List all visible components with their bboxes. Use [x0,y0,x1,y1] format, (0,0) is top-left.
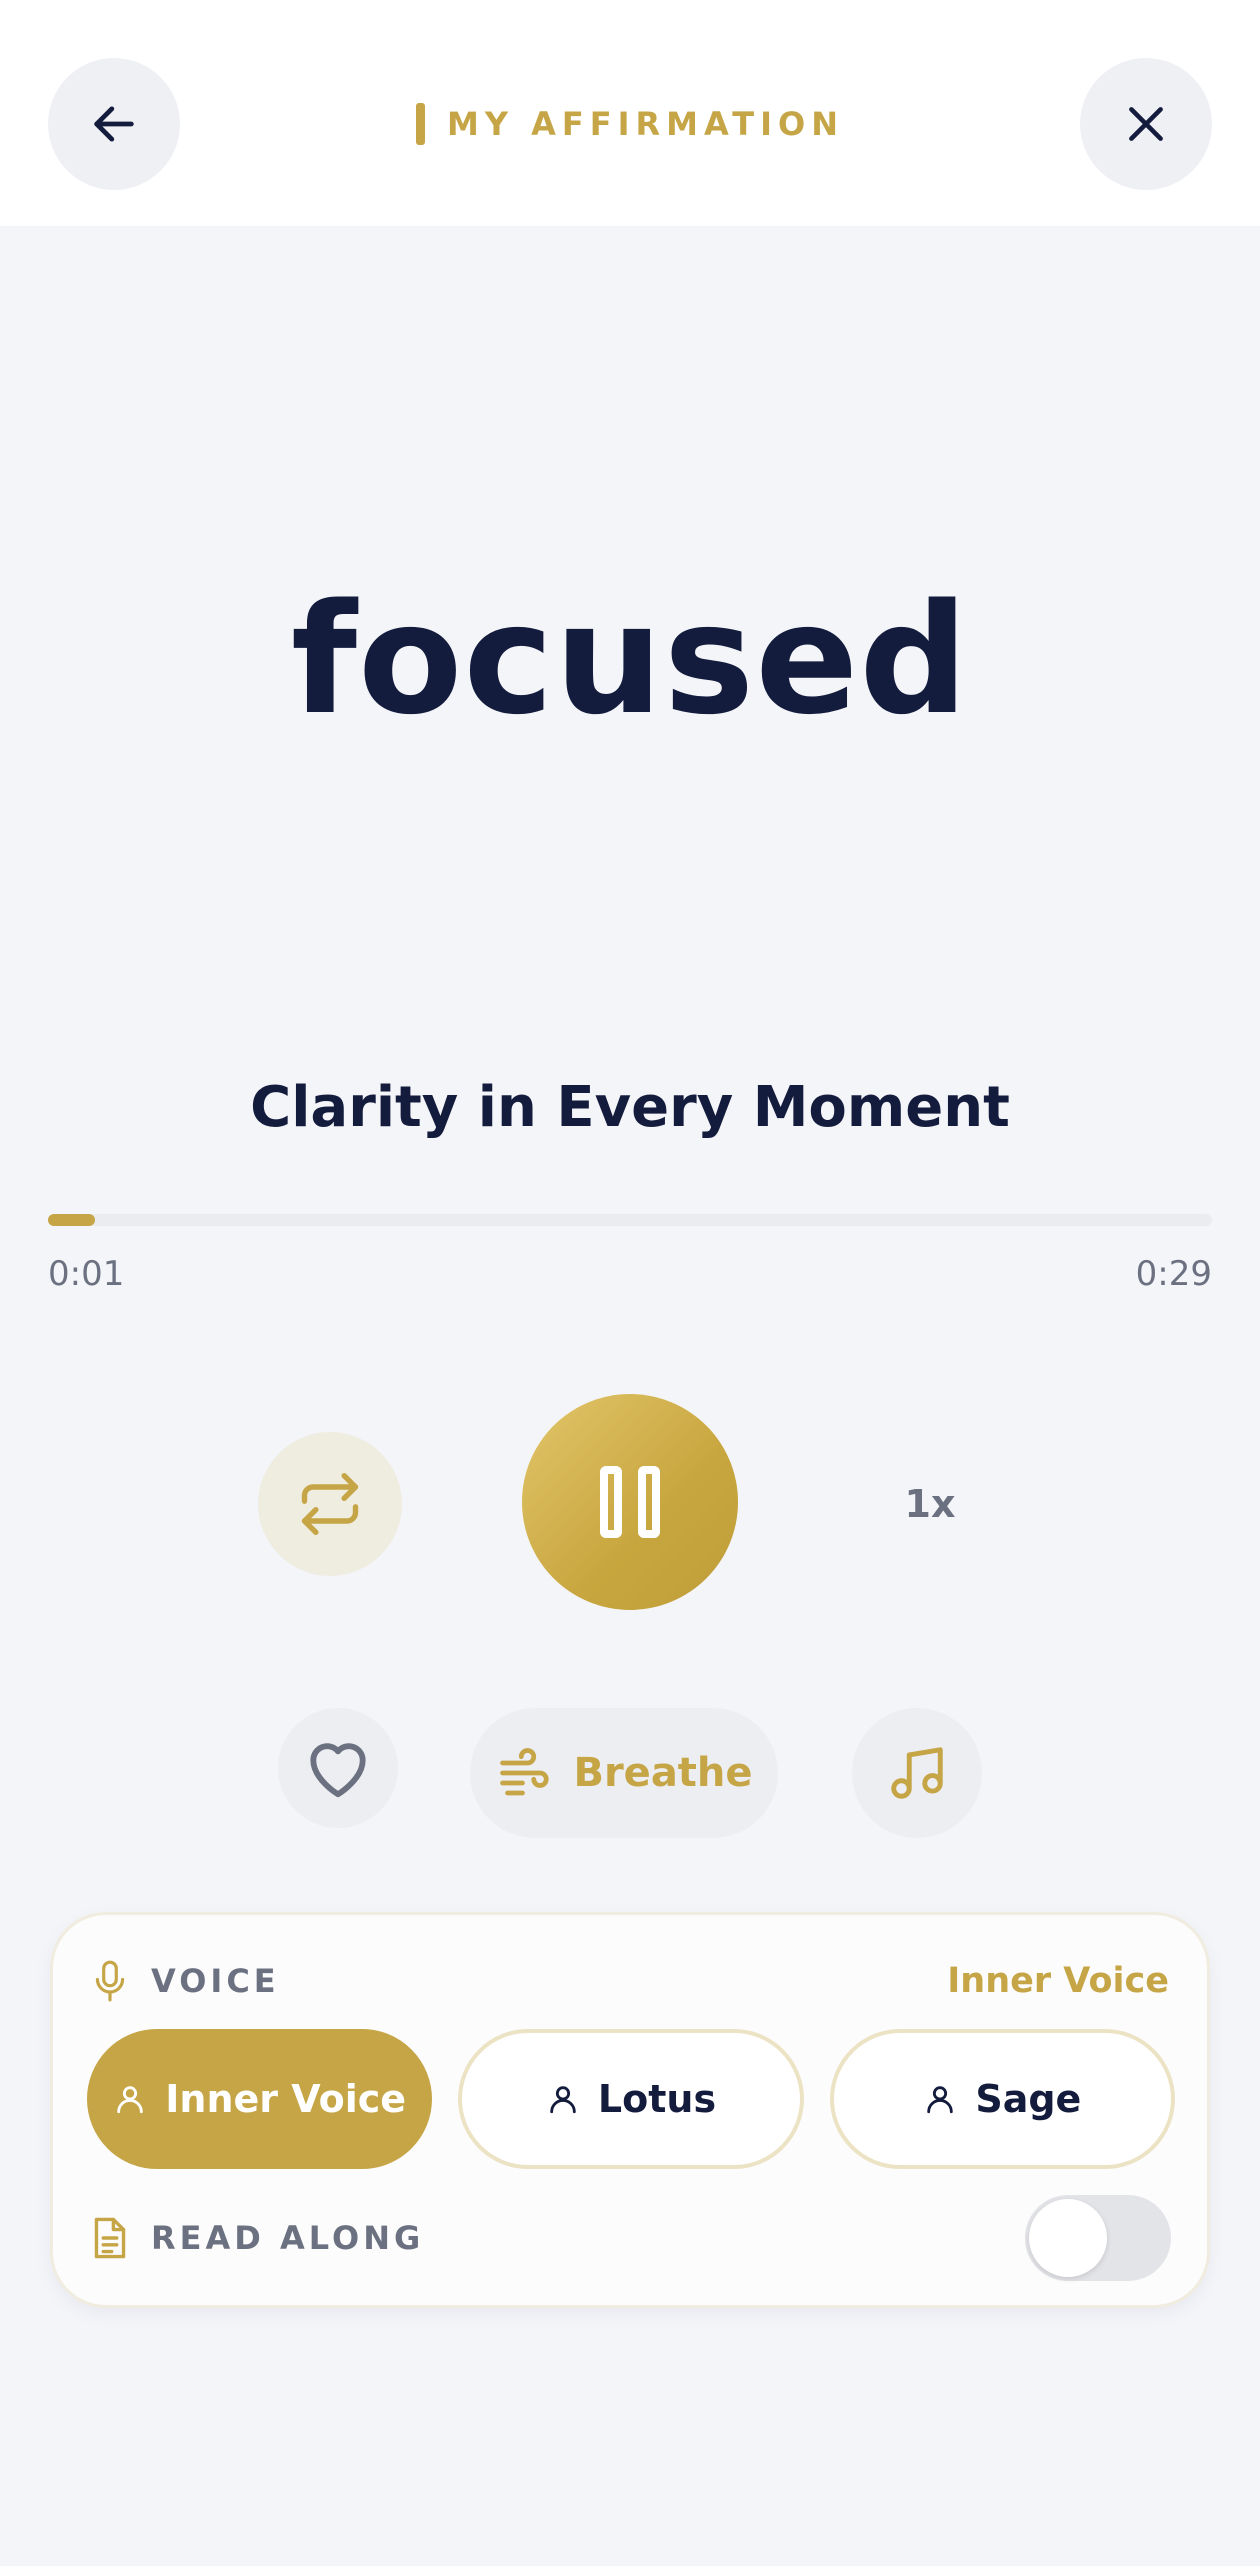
music-button[interactable] [852,1708,982,1838]
person-icon [550,2086,576,2114]
heart-icon [310,1743,366,1798]
voice-header: VOICE Inner Voice [91,1951,1169,2011]
close-icon [1129,107,1163,141]
repeat-button[interactable] [258,1432,402,1576]
voice-section-label: VOICE [151,1962,280,2000]
wind-icon [500,1748,550,1796]
close-button[interactable] [1080,58,1212,190]
title-accent-bar [415,103,425,145]
track-title: Clarity in Every Moment [250,1075,1010,1140]
person-icon [927,2086,954,2114]
current-time: 0:01 [48,1254,125,1294]
voice-options: Inner Voice Lotus Sage [87,2029,1175,2169]
selected-voice: Inner Voice [947,1961,1169,2001]
music-note-icon [891,1747,943,1799]
read-along-row: READ ALONG [91,2193,1171,2283]
voice-card: VOICE Inner Voice Inner Voice Lotus Sage [50,1912,1210,2308]
read-along-label: READ ALONG [151,2219,425,2257]
page-title-text: MY AFFIRMATION [446,105,845,143]
affirmation-word: focused [290,571,970,748]
repeat-icon [301,1472,359,1536]
pause-button[interactable] [522,1394,738,1610]
voice-option-label: Sage [975,2077,1082,2121]
microphone-icon [95,1960,125,2002]
voice-option-label: Lotus [597,2077,717,2121]
read-along-toggle[interactable] [1025,2195,1171,2281]
progress-fill [48,1214,95,1226]
header: MY AFFIRMATION [0,0,1260,226]
document-icon [94,2217,126,2259]
voice-option-sage[interactable]: Sage [829,2029,1175,2169]
voice-option-lotus[interactable]: Lotus [458,2029,804,2169]
person-icon [117,2086,144,2114]
favorite-button[interactable] [278,1708,398,1828]
voice-option-label: Inner Voice [165,2077,407,2121]
toggle-knob [1029,2199,1107,2277]
pause-icon [600,1466,660,1538]
total-time: 0:29 [1135,1254,1212,1294]
breathe-button[interactable]: Breathe [470,1708,778,1838]
progress-bar[interactable] [48,1214,1212,1226]
speed-button[interactable]: 1x [862,1464,998,1544]
breathe-label: Breathe [573,1750,753,1796]
voice-option-inner-voice[interactable]: Inner Voice [87,2029,433,2169]
page-title: MY AFFIRMATION [0,100,1260,148]
